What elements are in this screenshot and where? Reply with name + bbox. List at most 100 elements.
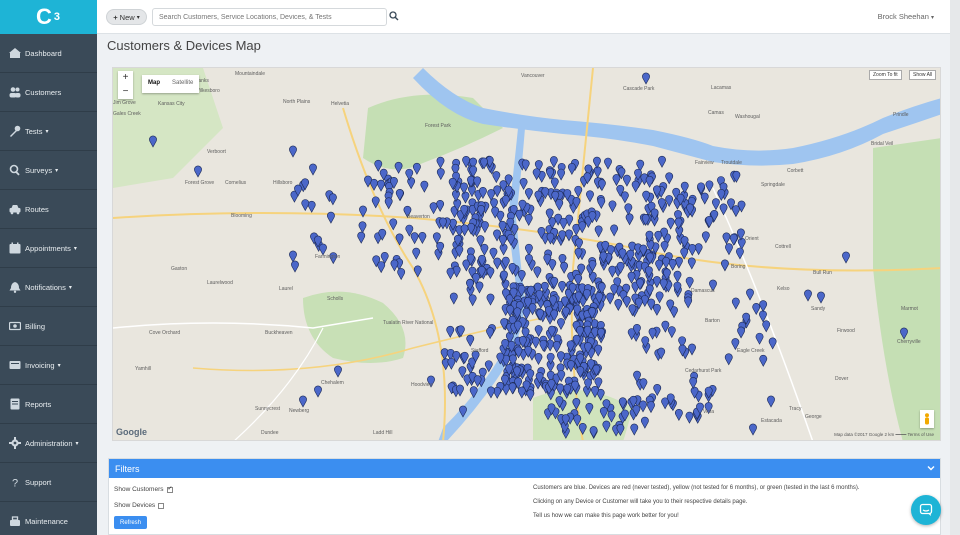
customer-marker-icon[interactable] [688,343,696,356]
customer-marker-icon[interactable] [722,232,731,245]
customer-marker-icon[interactable] [357,231,366,244]
customer-marker-icon[interactable] [329,193,337,206]
customer-marker-icon[interactable] [460,224,469,237]
customer-marker-icon[interactable] [436,199,445,212]
customer-marker-icon[interactable] [489,247,498,260]
customer-marker-icon[interactable] [559,217,568,230]
customer-marker-icon[interactable] [390,259,399,272]
customer-marker-icon[interactable] [334,365,342,378]
sidebar-item-notifications[interactable]: Notifications ▾ [0,268,97,307]
customer-marker-icon[interactable] [499,243,508,256]
street-view-pegman-icon[interactable] [920,410,934,428]
customer-marker-icon[interactable] [377,261,386,274]
customer-marker-icon[interactable] [737,326,745,339]
customer-marker-icon[interactable] [289,145,297,158]
customer-marker-icon[interactable] [436,168,445,181]
customer-marker-icon[interactable] [688,244,697,256]
customer-marker-icon[interactable] [689,377,698,390]
customer-marker-icon[interactable] [291,260,299,273]
customer-marker-icon[interactable] [410,232,419,245]
customer-marker-icon[interactable] [645,175,654,188]
search-field[interactable] [152,8,387,26]
customer-marker-icon[interactable] [694,243,703,256]
customer-marker-icon[interactable] [475,281,484,294]
zoom-out-button[interactable]: − [118,85,133,99]
show-all-button[interactable]: Show All [909,70,937,80]
sidebar-item-administration[interactable]: Administration ▾ [0,424,97,463]
customer-marker-icon[interactable] [327,211,335,224]
customer-marker-icon[interactable] [768,337,777,350]
customer-marker-icon[interactable] [194,165,202,178]
customer-marker-icon[interactable] [655,291,664,304]
customer-marker-icon[interactable] [436,156,445,169]
customer-marker-icon[interactable] [299,395,307,408]
customer-marker-icon[interactable] [724,353,733,366]
sidebar-item-tests[interactable]: Tests ▾ [0,112,97,151]
customer-marker-icon[interactable] [653,276,661,289]
zoom-to-fit-button[interactable]: Zoom To fit [869,70,902,80]
customer-marker-icon[interactable] [593,166,602,179]
customer-marker-icon[interactable] [749,423,757,436]
customer-marker-icon[interactable] [655,259,663,272]
customer-marker-icon[interactable] [394,161,403,174]
user-menu[interactable]: Brock Sheehan ▾ [878,12,934,21]
customer-marker-icon[interactable] [697,182,705,195]
customer-marker-icon[interactable] [759,310,767,323]
customer-marker-icon[interactable] [525,243,533,256]
customer-marker-icon[interactable] [608,200,617,213]
customer-marker-icon[interactable] [420,180,429,193]
chat-widget-button[interactable] [911,495,941,525]
customer-marker-icon[interactable] [658,155,666,168]
customer-marker-icon[interactable] [397,268,406,281]
customer-marker-icon[interactable] [660,240,669,253]
filters-header[interactable]: Filters [109,459,940,478]
customer-marker-icon[interactable] [610,224,619,237]
customer-marker-icon[interactable] [654,230,663,243]
map-type-map-button[interactable]: Map [142,75,166,93]
customer-marker-icon[interactable] [762,320,771,333]
customer-marker-icon[interactable] [667,326,676,339]
customer-marker-icon[interactable] [687,257,696,270]
customer-marker-icon[interactable] [486,267,495,280]
customer-marker-icon[interactable] [446,325,455,338]
customer-marker-icon[interactable] [374,159,383,172]
customer-marker-icon[interactable] [668,258,677,271]
sidebar-item-routes[interactable]: Routes [0,190,97,229]
customer-marker-icon[interactable] [486,327,494,340]
customer-marker-icon[interactable] [447,357,456,370]
customer-marker-icon[interactable] [549,156,558,169]
customer-marker-icon[interactable] [685,411,694,424]
search-icon[interactable] [389,11,399,21]
customer-marker-icon[interactable] [552,340,561,353]
sidebar-item-support[interactable]: ? Support [0,463,97,502]
chevron-down-icon[interactable] [926,463,936,473]
customer-marker-icon[interactable] [377,179,385,192]
sidebar-item-reports[interactable]: Reports [0,385,97,424]
customer-marker-icon[interactable] [301,199,310,212]
customer-marker-icon[interactable] [648,327,657,340]
customer-marker-icon[interactable] [666,217,675,230]
customer-marker-icon[interactable] [557,168,565,181]
customer-marker-icon[interactable] [631,180,640,193]
customer-marker-icon[interactable] [639,400,647,413]
customer-marker-icon[interactable] [705,180,714,193]
customer-marker-icon[interactable] [842,251,850,264]
search-input[interactable] [153,9,378,25]
customer-marker-icon[interactable] [526,389,535,402]
sidebar-item-invoicing[interactable]: Invoicing ▾ [0,346,97,385]
customer-marker-icon[interactable] [661,320,670,333]
customer-marker-icon[interactable] [413,265,422,278]
customer-marker-icon[interactable] [289,250,297,263]
customer-marker-icon[interactable] [647,401,655,414]
zoom-in-button[interactable]: + [118,71,133,85]
customer-marker-icon[interactable] [653,384,662,397]
customer-marker-icon[interactable] [717,189,726,201]
customer-marker-icon[interactable] [555,198,564,211]
customer-marker-icon[interactable] [493,185,502,198]
customer-marker-icon[interactable] [625,213,634,226]
customer-marker-icon[interactable] [560,261,569,274]
sidebar-item-billing[interactable]: Billing [0,307,97,346]
customer-marker-icon[interactable] [725,243,733,256]
customer-marker-icon[interactable] [612,174,621,187]
customer-marker-icon[interactable] [729,233,738,246]
